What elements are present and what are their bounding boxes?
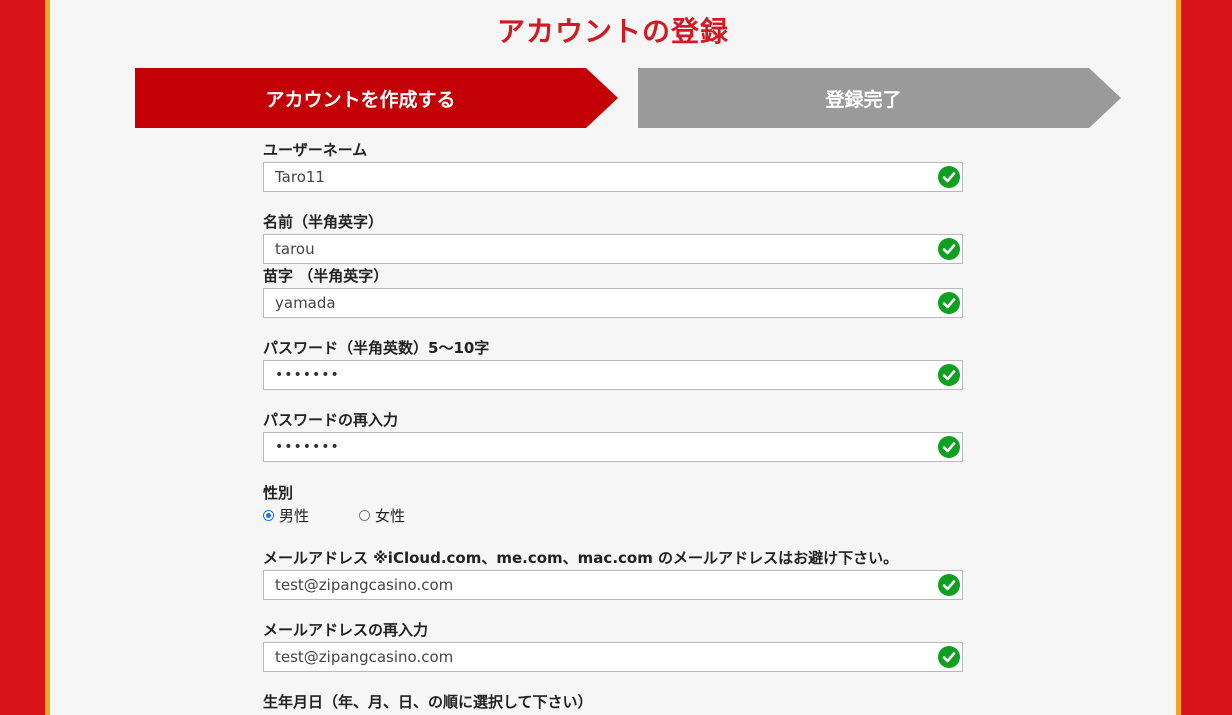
check-circle-icon [938,646,960,668]
step-create-account: アカウントを作成する [135,68,618,128]
check-circle-icon [938,574,960,596]
password-value: ••••••• [275,367,340,383]
password-confirm-label: パスワードの再入力 [263,411,399,429]
email-confirm-value: test@zipangcasino.com [275,648,454,666]
password-label: パスワード（半角英数）5〜10字 [263,339,490,357]
gender-label: 性別 [263,484,294,502]
step-label: アカウントを作成する [265,88,456,111]
last-name-value: yamada [275,294,336,312]
email-confirm-input[interactable]: test@zipangcasino.com [263,642,963,672]
page-title: アカウントの登録 [496,15,729,48]
check-circle-icon [938,166,960,188]
password-input[interactable]: ••••••• [263,360,963,390]
last-name-label: 苗字 （半角英字） [263,267,389,285]
password-confirm-value: ••••••• [275,439,340,455]
registration-panel: アカウントの登録 アカウントを作成する 登録完了 ユーザーネーム Taro11 … [50,0,1176,715]
gender-option-male[interactable]: 男性 [263,505,309,526]
username-value: Taro11 [275,168,325,186]
birthdate-label: 生年月日（年、月、日、の順に選択して下さい） [263,693,593,711]
last-name-input[interactable]: yamada [263,288,963,318]
username-input[interactable]: Taro11 [263,162,963,192]
gender-radio-group: 男性 女性 [263,505,455,525]
first-name-label: 名前（半角英字） [263,213,384,231]
gender-option-female[interactable]: 女性 [359,505,405,526]
check-circle-icon [938,364,960,386]
email-confirm-label: メールアドレスの再入力 [263,621,429,639]
email-input[interactable]: test@zipangcasino.com [263,570,963,600]
check-circle-icon [938,292,960,314]
email-value: test@zipangcasino.com [275,576,454,594]
first-name-value: tarou [275,240,315,258]
check-circle-icon [938,436,960,458]
radio-label: 男性 [279,506,310,525]
password-confirm-input[interactable]: ••••••• [263,432,963,462]
radio-button-unchecked[interactable] [359,509,371,521]
radio-button-checked[interactable] [263,509,274,521]
frame-border-right [1176,0,1181,715]
first-name-input[interactable]: tarou [263,234,963,264]
check-circle-icon [938,238,960,260]
username-label: ユーザーネーム [263,141,368,159]
step-registration-complete: 登録完了 [638,68,1121,128]
radio-label: 女性 [375,506,406,525]
step-label: 登録完了 [825,88,902,111]
email-label: メールアドレス ※iCloud.com、me.com、mac.com のメールア… [263,549,899,567]
